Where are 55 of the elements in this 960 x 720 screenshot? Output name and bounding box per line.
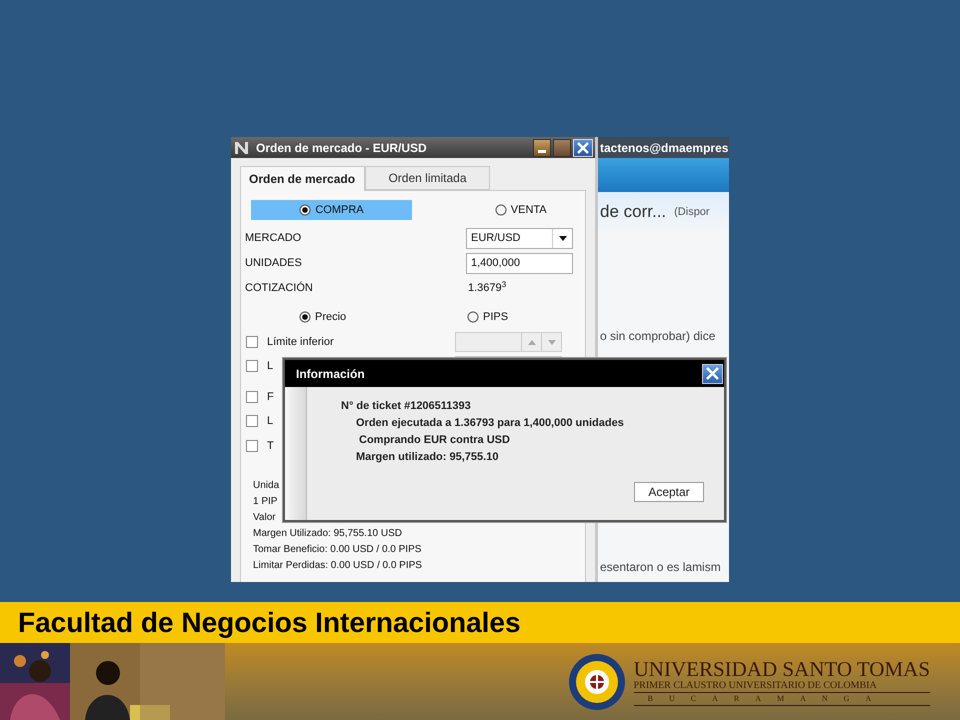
- radio-button[interactable]: [494, 204, 507, 216]
- checkbox-label: F: [267, 390, 274, 405]
- tab[interactable]: Orden de mercado: [240, 166, 365, 191]
- tab[interactable]: Orden limitada: [365, 166, 490, 190]
- message-text: Margen utilizado: 95,755.10: [356, 451, 498, 463]
- dialog-title: Información: [296, 366, 365, 382]
- minimize-button[interactable]: [533, 138, 551, 156]
- message-text: Orden ejecutada a 1.36793 para 1,400,000 unidades: [356, 417, 624, 429]
- app-logo-icon: [234, 140, 250, 154]
- status-text: (Dispor: [674, 204, 710, 220]
- field-label: COTIZACIÓN: [244, 280, 314, 296]
- radio-button[interactable]: [299, 311, 311, 323]
- market-dropdown[interactable]: EUR/USD: [466, 228, 573, 248]
- checkbox[interactable]: [246, 360, 258, 372]
- body-text: o sin comprobar) dice: [600, 328, 716, 345]
- summary-text: Limitar Perdidas: 0.00 USD / 0.0 PIPS: [253, 559, 422, 573]
- summary-text: Margen Utilizado: 95,755.10 USD: [253, 527, 402, 541]
- message-text: N° de ticket #1206511393: [341, 400, 471, 412]
- summary-text: 1 PIP: [253, 495, 278, 509]
- university-name: UNIVERSIDAD SANTO TOMAS: [634, 658, 930, 680]
- summary-text: Tomar Beneficio: 0.00 USD / 0.0 PIPS: [253, 543, 422, 557]
- mode-option[interactable]: PIPS: [467, 307, 508, 327]
- checkbox[interactable]: [246, 415, 258, 427]
- field-label: UNIDADES: [244, 256, 303, 271]
- body-text: esentaron o es lamism: [600, 559, 721, 576]
- heading-text: de corr...: [600, 201, 666, 224]
- trade-option[interactable]: VENTA: [466, 200, 576, 220]
- university-seal-icon: [568, 652, 626, 710]
- email-text: tactenos@dmaempres: [600, 140, 728, 156]
- radio-button[interactable]: [299, 204, 312, 216]
- trade-option[interactable]: COMPRA: [251, 200, 412, 220]
- radio-button[interactable]: [467, 311, 479, 323]
- checkbox-label: L: [267, 358, 274, 374]
- checkbox[interactable]: [246, 336, 258, 348]
- mode-option[interactable]: Precio: [299, 307, 346, 327]
- checkbox-label: L: [267, 414, 274, 429]
- checkbox-label: T: [267, 438, 274, 454]
- window-title: Orden de mercado - EUR/USD: [256, 140, 427, 156]
- close-button[interactable]: [702, 364, 723, 384]
- caret-icon: [558, 236, 566, 240]
- summary-text: Unida: [253, 479, 280, 493]
- checkbox-label: Límite inferior: [267, 334, 334, 350]
- message-text: Comprando EUR contra USD: [359, 434, 510, 446]
- close-button[interactable]: [573, 138, 593, 156]
- university-city: BUCARAMANGA: [634, 692, 930, 706]
- summary-text: Valor: [253, 511, 276, 525]
- checkbox[interactable]: [246, 391, 258, 403]
- checkbox[interactable]: [246, 440, 258, 452]
- faculty-title: Facultad de Negocios Internacionales: [18, 606, 521, 640]
- accept-button[interactable]: Aceptar: [634, 482, 704, 502]
- maximize-button[interactable]: [553, 138, 571, 156]
- quote-value: 1.3679$^{3}$: [468, 280, 506, 296]
- units-input[interactable]: 1,400,000: [466, 252, 573, 274]
- field-label: MERCADO: [244, 230, 302, 246]
- university-motto: PRIMER CLAUSTRO UNIVERSITARIO DE COLOMBIA: [634, 680, 930, 692]
